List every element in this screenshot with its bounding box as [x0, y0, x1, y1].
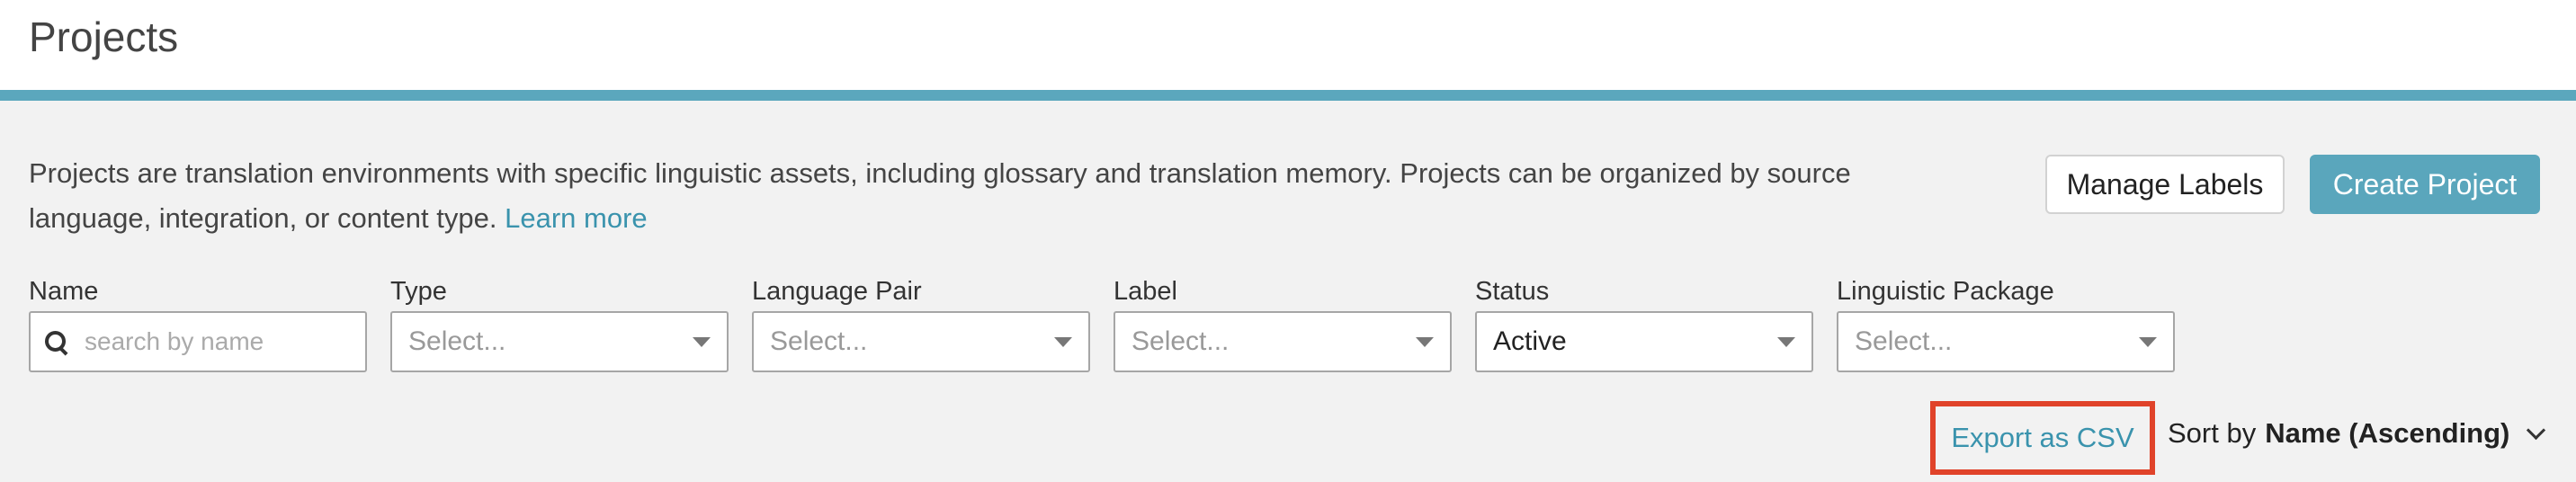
create-project-button[interactable]: Create Project — [2310, 155, 2540, 214]
caret-down-icon — [1416, 336, 1434, 347]
page-title: Projects — [29, 13, 179, 60]
filter-status-label: Status — [1475, 277, 1550, 306]
header-divider — [0, 90, 2576, 101]
filter-name: Name search by name — [29, 275, 367, 372]
filter-language-pair-label: Language Pair — [752, 277, 922, 306]
sort-value: Name (Ascending) — [2265, 417, 2510, 449]
page-header: Projects — [0, 0, 2576, 90]
filter-label-label: Label — [1114, 277, 1177, 306]
status-select-value: Active — [1493, 326, 1567, 356]
search-input[interactable]: search by name — [29, 311, 367, 372]
filter-label: Label Select... — [1114, 275, 1452, 372]
learn-more-link[interactable]: Learn more — [505, 202, 648, 234]
type-select[interactable]: Select... — [390, 311, 729, 372]
status-select[interactable]: Active — [1475, 311, 1813, 372]
language-pair-select[interactable]: Select... — [752, 311, 1090, 372]
linguistic-package-select-value: Select... — [1855, 326, 1953, 356]
label-select-value: Select... — [1131, 326, 1230, 356]
export-csv-link[interactable]: Export as CSV — [1951, 422, 2133, 454]
intro-text: Projects are translation environments wi… — [29, 151, 1918, 241]
caret-down-icon — [1054, 336, 1072, 347]
caret-down-icon — [2139, 336, 2157, 347]
filter-linguistic-package-label: Linguistic Package — [1837, 277, 2054, 306]
export-highlight: Export as CSV — [1930, 401, 2155, 475]
filter-type: Type Select... — [390, 275, 729, 372]
filter-type-label: Type — [390, 277, 447, 306]
type-select-value: Select... — [408, 326, 506, 356]
filter-language-pair: Language Pair Select... — [752, 275, 1090, 372]
chevron-down-icon — [2527, 420, 2546, 440]
label-select[interactable]: Select... — [1114, 311, 1452, 372]
sort-prefix: Sort by — [2168, 417, 2257, 449]
search-icon — [45, 331, 68, 356]
intro-description: Projects are translation environments wi… — [29, 157, 1851, 234]
caret-down-icon — [693, 336, 711, 347]
sort-control[interactable]: Sort by Name (Ascending) — [2168, 417, 2546, 450]
language-pair-select-value: Select... — [770, 326, 868, 356]
caret-down-icon — [1777, 336, 1795, 347]
filter-status: Status Active — [1475, 275, 1813, 372]
manage-labels-button[interactable]: Manage Labels — [2045, 155, 2285, 214]
linguistic-package-select[interactable]: Select... — [1837, 311, 2175, 372]
search-placeholder: search by name — [85, 327, 264, 355]
filter-linguistic-package: Linguistic Package Select... — [1837, 275, 2175, 372]
filter-name-label: Name — [29, 277, 99, 306]
